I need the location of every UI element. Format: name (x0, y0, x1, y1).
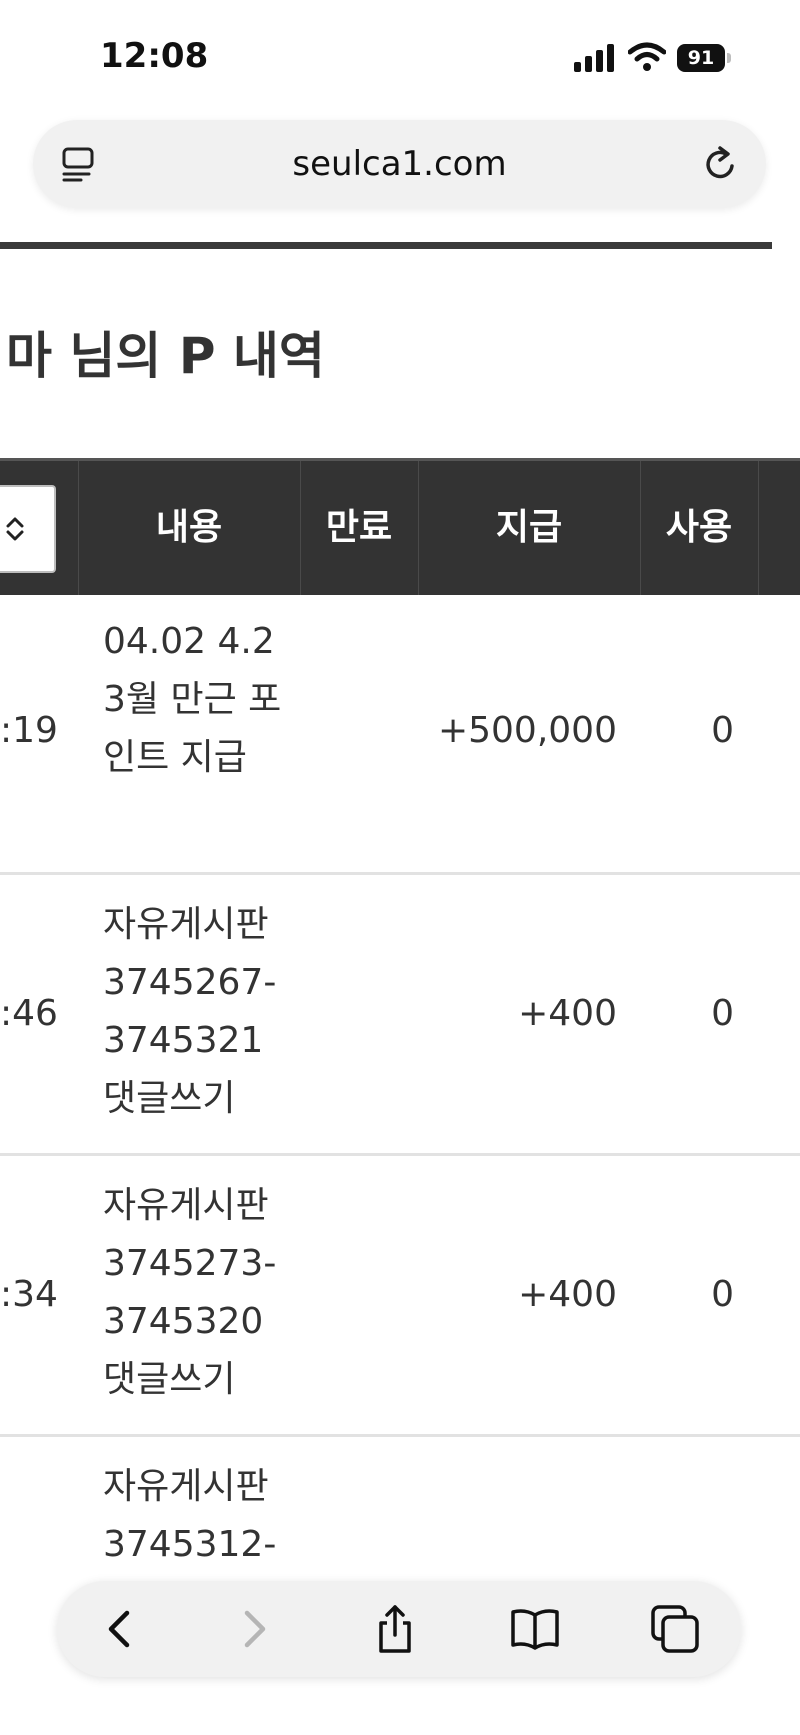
row-description: 04.02 4.23월 만근 포인트 지급 (103, 621, 282, 778)
url-text[interactable]: seulca1.com (33, 120, 766, 208)
address-bar[interactable]: seulca1.com (33, 120, 766, 208)
tabs-icon[interactable] (649, 1603, 701, 1655)
reload-icon[interactable] (702, 144, 740, 184)
row-paid: +400 (518, 993, 617, 1034)
table-row: :34 자유게시판 3745273-3745320 댓글쓰기 +400 0 (0, 1156, 800, 1437)
header-content: 내용 (155, 507, 223, 548)
reader-mode-icon[interactable] (61, 146, 97, 182)
chevron-left-icon[interactable] (95, 1603, 147, 1655)
row-paid: +500,000 (437, 710, 617, 751)
chevron-updown-icon (6, 517, 24, 541)
header-expiry: 만료 (325, 507, 393, 548)
table-row: :19 04.02 4.23월 만근 포인트 지급 +500,000 0 (0, 592, 800, 875)
row-time: :46 (0, 993, 58, 1034)
browser-toolbar (57, 1581, 741, 1677)
table-header: 내용 만료 지급 사용 (0, 458, 800, 595)
row-description: 자유게시판 3745267-3745321 댓글쓰기 (103, 904, 277, 1119)
row-time: :34 (0, 1274, 58, 1315)
header-used: 사용 (665, 507, 733, 548)
status-bar: 12:08 91 (0, 0, 800, 110)
sort-select[interactable] (0, 485, 56, 573)
row-used: 0 (711, 710, 734, 751)
top-divider (0, 242, 772, 249)
table-row: :46 자유게시판 3745267-3745321 댓글쓰기 +400 0 (0, 875, 800, 1156)
row-description: 자유게시판 3745273-3745320 댓글쓰기 (103, 1185, 277, 1400)
row-paid: +400 (518, 1274, 617, 1315)
status-time: 12:08 (100, 36, 209, 76)
row-time: :19 (0, 710, 58, 751)
cellular-signal-icon (574, 44, 614, 72)
battery-level: 91 (677, 44, 725, 72)
header-paid: 지급 (495, 507, 563, 548)
book-icon[interactable] (509, 1603, 561, 1655)
row-used: 0 (711, 993, 734, 1034)
wifi-icon (628, 42, 666, 71)
page-title: 마 님의 P 내역 (6, 327, 325, 385)
chevron-right-icon[interactable] (227, 1603, 279, 1655)
battery-icon: 91 (677, 44, 733, 72)
row-description: 자유게시판 3745312- (103, 1466, 277, 1565)
share-icon[interactable] (369, 1603, 421, 1655)
row-used: 0 (711, 1274, 734, 1315)
